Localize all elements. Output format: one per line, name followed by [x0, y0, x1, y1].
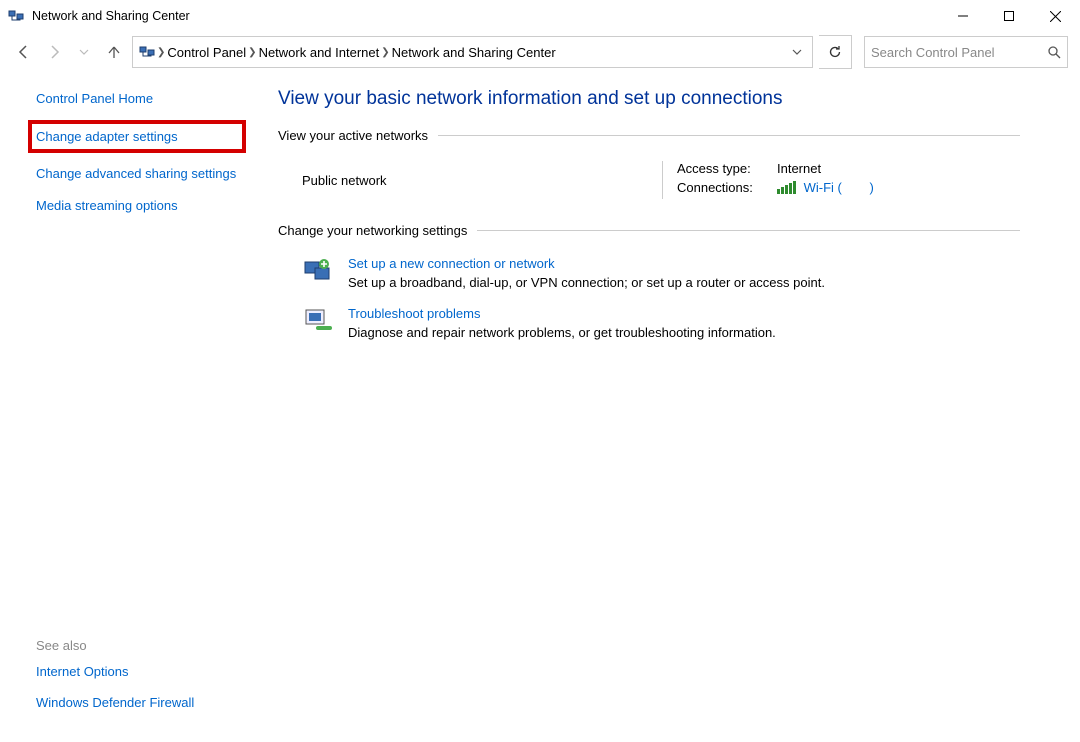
- divider: [477, 230, 1020, 231]
- search-icon: [1047, 45, 1061, 59]
- nav-row: ❯ Control Panel ❯ Network and Internet ❯…: [0, 32, 1080, 72]
- content: View your basic network information and …: [250, 72, 1080, 742]
- forward-button[interactable]: [42, 40, 66, 64]
- app-icon: [8, 8, 24, 24]
- close-button[interactable]: [1032, 1, 1078, 31]
- sidebar-change-advanced[interactable]: Change advanced sharing settings: [36, 165, 238, 183]
- network-type: Public network: [302, 161, 662, 199]
- page-title: View your basic network information and …: [278, 88, 1020, 110]
- see-also: See also Internet Options Windows Defend…: [36, 638, 238, 730]
- sidebar-defender[interactable]: Windows Defender Firewall: [36, 694, 238, 712]
- section-label: Change your networking settings: [278, 223, 467, 238]
- network-details: Access type: Internet Connections: Wi-Fi…: [662, 161, 874, 199]
- chevron-right-icon[interactable]: ❯: [248, 47, 256, 58]
- body: Control Panel Home Change adapter settin…: [0, 72, 1080, 742]
- up-button[interactable]: [102, 40, 126, 64]
- option-desc: Diagnose and repair network problems, or…: [348, 325, 776, 340]
- connection-link-tail: ): [870, 180, 874, 195]
- active-networks-header: View your active networks: [278, 128, 1020, 143]
- connections-value[interactable]: Wi-Fi ( ): [777, 180, 874, 195]
- breadcrumb-root[interactable]: Control Panel: [167, 45, 246, 60]
- address-icon: [139, 44, 155, 60]
- sidebar-change-adapter[interactable]: Change adapter settings: [36, 128, 238, 146]
- divider: [438, 135, 1020, 136]
- access-type-value: Internet: [777, 161, 821, 176]
- troubleshoot-icon: [302, 306, 334, 338]
- access-type-label: Access type:: [677, 161, 777, 176]
- maximize-button[interactable]: [986, 1, 1032, 31]
- sidebar: Control Panel Home Change adapter settin…: [0, 72, 250, 742]
- recent-dropdown[interactable]: [72, 40, 96, 64]
- wifi-signal-icon: [777, 181, 796, 194]
- title-bar: Network and Sharing Center: [0, 0, 1080, 32]
- breadcrumb-mid[interactable]: Network and Internet: [259, 45, 380, 60]
- option-troubleshoot[interactable]: Troubleshoot problems Diagnose and repai…: [278, 300, 1020, 350]
- refresh-button[interactable]: [819, 35, 852, 69]
- sidebar-media-streaming[interactable]: Media streaming options: [36, 197, 238, 215]
- chevron-right-icon[interactable]: ❯: [157, 47, 165, 58]
- active-network-row: Public network Access type: Internet Con…: [278, 155, 1020, 223]
- window-title: Network and Sharing Center: [32, 9, 190, 23]
- sidebar-internet-options[interactable]: Internet Options: [36, 663, 238, 681]
- address-bar[interactable]: ❯ Control Panel ❯ Network and Internet ❯…: [132, 36, 813, 68]
- address-dropdown[interactable]: [788, 47, 806, 57]
- option-title[interactable]: Set up a new connection or network: [348, 256, 825, 271]
- connections-label: Connections:: [677, 180, 777, 195]
- sidebar-home[interactable]: Control Panel Home: [36, 90, 238, 108]
- breadcrumb-leaf[interactable]: Network and Sharing Center: [392, 45, 556, 60]
- connection-link[interactable]: Wi-Fi (: [804, 180, 842, 195]
- see-also-title: See also: [36, 638, 238, 653]
- option-setup-connection[interactable]: Set up a new connection or network Set u…: [278, 250, 1020, 300]
- option-desc: Set up a broadband, dial-up, or VPN conn…: [348, 275, 825, 290]
- search-placeholder: Search Control Panel: [871, 45, 995, 60]
- back-button[interactable]: [12, 40, 36, 64]
- settings-header: Change your networking settings: [278, 223, 1020, 238]
- search-input[interactable]: Search Control Panel: [864, 36, 1068, 68]
- option-title[interactable]: Troubleshoot problems: [348, 306, 776, 321]
- chevron-right-icon[interactable]: ❯: [381, 47, 389, 58]
- section-label: View your active networks: [278, 128, 428, 143]
- minimize-button[interactable]: [940, 1, 986, 31]
- setup-connection-icon: [302, 256, 334, 288]
- window: Network and Sharing Center: [0, 0, 1080, 742]
